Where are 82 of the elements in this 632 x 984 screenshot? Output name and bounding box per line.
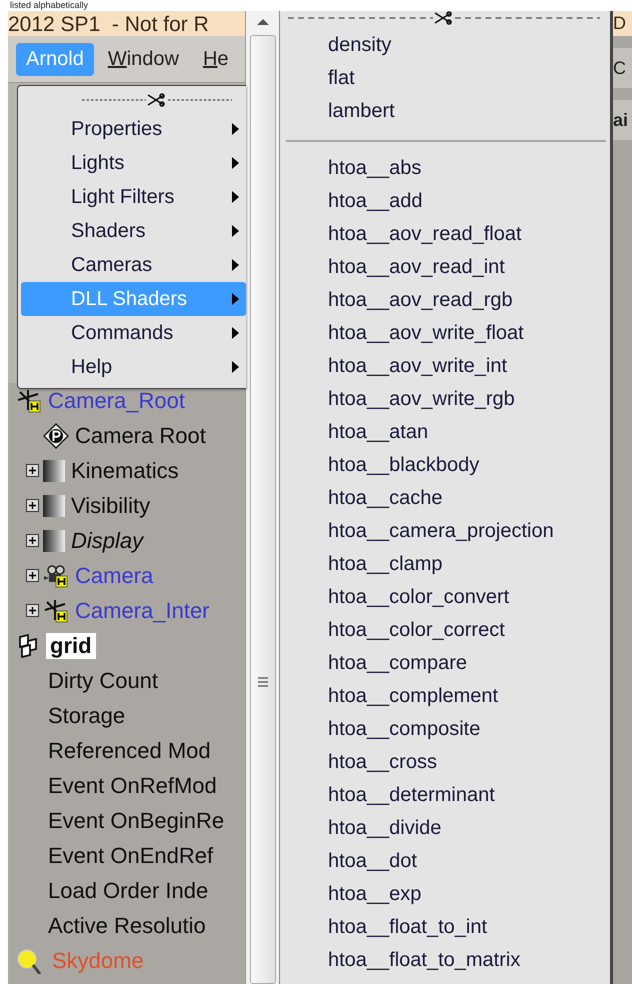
submenu-arrow-icon <box>231 360 240 374</box>
menu-item[interactable]: Help <box>21 350 246 384</box>
menu-item[interactable]: htoa__color_convert <box>280 581 610 614</box>
tree-item[interactable]: Dirty Count <box>46 668 160 694</box>
tree-item[interactable]: Storage <box>46 702 128 728</box>
menu-title[interactable]: Window <box>98 42 189 76</box>
tree-item[interactable]: Event OnBeginRe <box>46 808 226 834</box>
menu-item[interactable]: htoa__aov_write_float <box>280 317 610 350</box>
expand-plus-icon[interactable] <box>26 534 39 547</box>
menu-item[interactable]: htoa__cross <box>280 746 610 779</box>
menu-item[interactable]: density <box>280 29 610 62</box>
menu-item[interactable]: htoa__complement <box>280 680 610 713</box>
background-text: ai <box>613 100 632 140</box>
expand-plus-icon[interactable] <box>26 569 39 582</box>
menu-item[interactable]: htoa__float_to_matrix <box>280 944 610 977</box>
submenu-arrow-icon <box>231 326 240 340</box>
tree-item[interactable]: Load Order Inde <box>46 878 210 904</box>
scroll-thumb[interactable] <box>250 35 276 984</box>
submenu-arrow-icon <box>231 190 240 204</box>
background-text: D <box>613 11 632 36</box>
scrollbar[interactable] <box>245 11 280 984</box>
menu-item[interactable]: Light Filters <box>21 180 246 214</box>
menu-item[interactable]: htoa__divide <box>280 812 610 845</box>
menu-item[interactable]: htoa__blackbody <box>280 449 610 482</box>
menu-item[interactable]: htoa__compare <box>280 647 610 680</box>
submenu-arrow-icon <box>231 224 240 238</box>
menu-item[interactable]: htoa__aov_write_rgb <box>280 383 610 416</box>
expand-plus-icon[interactable] <box>26 464 39 477</box>
menu-item[interactable]: htoa__composite <box>280 713 610 746</box>
menu-item[interactable]: htoa__color_correct <box>280 614 610 647</box>
tree-item[interactable]: Referenced Mod <box>46 738 213 764</box>
submenu-arrow-icon <box>231 122 240 136</box>
tree-item[interactable]: Display <box>69 528 146 554</box>
menu-item[interactable]: htoa__determinant <box>280 779 610 812</box>
grip-icon <box>256 676 268 688</box>
tear-off-line[interactable] <box>168 98 232 102</box>
submenu-arrow-icon <box>231 258 240 272</box>
property-gradient-icon <box>43 494 65 516</box>
caption-text: listed alphabetically <box>9 0 90 11</box>
tree-item[interactable]: Camera Root <box>73 422 208 448</box>
expand-plus-icon[interactable] <box>26 604 39 617</box>
menu-item[interactable]: Lights <box>21 146 246 180</box>
menu-item[interactable]: htoa__dot <box>280 845 610 878</box>
window-title: 2012 SP1 - Not for R <box>8 11 245 36</box>
menu-item[interactable]: htoa__aov_read_int <box>280 251 610 284</box>
menu-item[interactable]: htoa__aov_read_rgb <box>280 284 610 317</box>
null-object-icon <box>43 598 69 624</box>
menu-item[interactable]: htoa__add <box>280 185 610 218</box>
menu-item[interactable]: Commands <box>21 316 246 350</box>
submenu-arrow-icon <box>231 292 240 306</box>
property-gradient-icon <box>43 530 65 552</box>
tear-off-line[interactable] <box>455 16 600 20</box>
menu-item[interactable]: htoa__clamp <box>280 548 610 581</box>
property-gradient-icon <box>43 460 65 482</box>
primitive-p-icon <box>43 422 69 448</box>
tear-off-line[interactable] <box>288 16 433 20</box>
menu-title[interactable]: He <box>192 42 239 76</box>
menu-item[interactable]: htoa__atan <box>280 416 610 449</box>
menu-item[interactable]: flat <box>280 62 610 95</box>
menu-item[interactable]: htoa__float_to_int <box>280 911 610 944</box>
submenu-arrow-icon <box>231 156 240 170</box>
menu-item[interactable]: htoa__camera_projection <box>280 515 610 548</box>
menu-item[interactable]: htoa__cache <box>280 482 610 515</box>
menu-item[interactable]: htoa__aov_write_int <box>280 350 610 383</box>
background-text: C <box>613 48 632 88</box>
menu-item[interactable]: htoa__exp <box>280 878 610 911</box>
tear-off-line[interactable] <box>82 98 146 102</box>
menu-item[interactable]: Shaders <box>21 214 246 248</box>
tree-item[interactable]: grid <box>46 632 96 658</box>
menu-item[interactable]: htoa__aov_read_float <box>280 218 610 251</box>
tree-item[interactable]: Kinematics <box>69 458 181 484</box>
tree-item[interactable]: Active Resolutio <box>46 912 208 938</box>
tree-item[interactable]: Visibility <box>69 492 152 518</box>
menu-item[interactable]: lambert <box>280 95 610 128</box>
menu-item[interactable]: Cameras <box>21 248 246 282</box>
tree-item[interactable]: Event OnRefMod <box>46 772 219 798</box>
menu-item[interactable]: Properties <box>21 112 246 146</box>
menu-item[interactable]: htoa__abs <box>280 152 610 185</box>
tree-item[interactable]: Event OnEndRef <box>46 842 216 868</box>
camera-icon <box>43 562 69 588</box>
expand-plus-icon[interactable] <box>26 499 39 512</box>
scroll-up-icon[interactable] <box>256 17 270 27</box>
